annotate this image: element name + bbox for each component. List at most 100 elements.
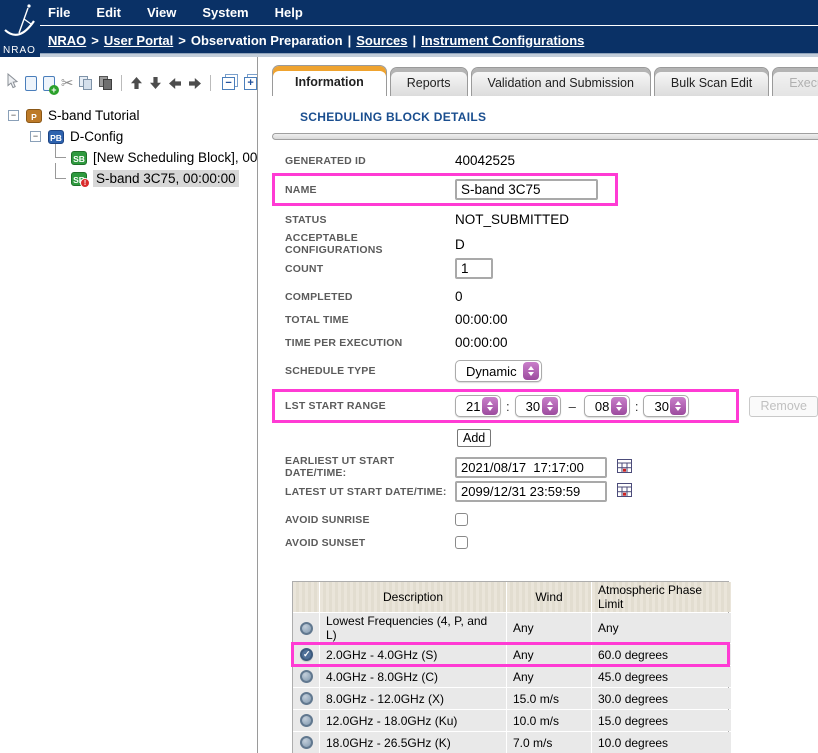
menu-system[interactable]: System [202, 5, 248, 20]
row-radio[interactable] [300, 622, 313, 635]
paste-icon[interactable] [99, 76, 113, 91]
tab-reports[interactable]: Reports [390, 67, 468, 96]
count-label: COUNT [285, 263, 455, 275]
tab-bulk-scan-edit[interactable]: Bulk Scan Edit [654, 67, 769, 96]
breadcrumb-link-user-portal[interactable]: User Portal [104, 33, 173, 48]
tree-item-label[interactable]: S-band Tutorial [48, 108, 140, 123]
table-row[interactable]: 18.0GHz - 26.5GHz (K) 7.0 m/s 10.0 degre… [293, 732, 728, 753]
name-input[interactable] [455, 179, 598, 200]
latest-ut-input[interactable] [455, 481, 607, 502]
project-tree-panel: ✂ − + − P S-band Tutorial − PB D-Config … [0, 57, 258, 753]
tree-item-project[interactable]: − P S-band Tutorial [0, 105, 257, 126]
add-lst-range-row: Add [285, 427, 818, 448]
table-row[interactable]: Lowest Frequencies (4, P, and L) Any Any [293, 613, 728, 643]
calendar-icon[interactable] [617, 483, 632, 500]
time-per-execution-label: TIME PER EXECUTION [285, 337, 455, 349]
row-radio[interactable] [300, 714, 313, 727]
scheduling-block-badge-icon: SB ! [71, 172, 87, 186]
select-stepper-icon [611, 397, 627, 415]
tree-item-program-block[interactable]: − PB D-Config [0, 126, 257, 147]
breadcrumb-current-page: Observation Preparation [191, 33, 343, 48]
breadcrumb-link-sources[interactable]: Sources [356, 33, 407, 48]
menu-bar: File Edit View System Help [40, 0, 818, 26]
move-left-icon[interactable] [168, 77, 182, 90]
copy-icon[interactable] [79, 76, 93, 91]
lst-start-range-row: LST START RANGE 21 : 30 – 08 [285, 389, 818, 423]
table-row-selected[interactable]: 2.0GHz - 4.0GHz (S) Any 60.0 degrees [293, 644, 728, 665]
row-radio-selected[interactable] [300, 648, 313, 661]
latest-ut-row: LATEST UT START DATE/TIME: [285, 481, 818, 502]
remove-lst-range-button[interactable]: Remove [749, 396, 818, 417]
apl-column-header: Atmospheric Phase Limit [592, 582, 731, 612]
lst-start-hour-select[interactable]: 21 [455, 395, 501, 417]
tree-connector [55, 163, 66, 179]
total-time-value: 00:00:00 [455, 312, 508, 327]
collapse-expander-icon[interactable]: − [8, 110, 19, 121]
schedule-type-row: SCHEDULE TYPE Dynamic [285, 360, 818, 382]
earliest-ut-input[interactable] [455, 457, 607, 478]
count-row: COUNT [285, 258, 818, 279]
acceptable-configurations-value: D [455, 237, 465, 252]
schedule-type-select[interactable]: Dynamic [455, 360, 542, 382]
new-document-add-icon[interactable] [43, 76, 55, 91]
calendar-icon[interactable] [617, 459, 632, 476]
new-document-icon[interactable] [25, 76, 37, 91]
acceptable-configurations-label: ACCEPTABLE CONFIGURATIONS [285, 232, 455, 256]
time-colon: : [506, 399, 510, 414]
earliest-ut-row: EARLIEST UT START DATE/TIME: [285, 455, 818, 479]
collapse-expander-icon[interactable]: − [30, 131, 41, 142]
completed-row: COMPLETED 0 [285, 286, 818, 307]
table-row[interactable]: 12.0GHz - 18.0GHz (Ku) 10.0 m/s 15.0 deg… [293, 710, 728, 731]
menu-edit[interactable]: Edit [96, 5, 121, 20]
pointer-icon[interactable] [5, 73, 19, 94]
section-divider [272, 133, 818, 140]
move-right-icon[interactable] [188, 77, 202, 90]
tree-toolbar: ✂ − + [0, 57, 257, 93]
lst-end-hour-select[interactable]: 08 [584, 395, 630, 417]
lst-start-minute-select[interactable]: 30 [515, 395, 561, 417]
move-down-icon[interactable] [149, 76, 162, 90]
lst-start-range-label: LST START RANGE [285, 400, 455, 412]
menu-file[interactable]: File [48, 5, 70, 20]
tab-information[interactable]: Information [272, 65, 387, 96]
name-label: NAME [285, 184, 455, 196]
weather-constraints-table: Description Wind Atmospheric Phase Limit… [292, 581, 729, 753]
menu-view[interactable]: View [147, 5, 176, 20]
move-up-icon[interactable] [130, 76, 143, 90]
tree-item-label[interactable]: S-band 3C75, 00:00:00 [93, 170, 239, 187]
range-dash: – [569, 399, 576, 414]
collapse-all-icon[interactable]: − [222, 77, 235, 90]
lst-end-minute-select[interactable]: 30 [643, 395, 689, 417]
tree-item-label[interactable]: D-Config [70, 129, 123, 144]
nrao-logo[interactable]: NRAO [0, 0, 40, 57]
menu-help[interactable]: Help [275, 5, 303, 20]
cut-icon[interactable]: ✂ [61, 76, 74, 91]
scheduling-block-badge-icon: SB [71, 151, 87, 165]
name-row-highlight: NAME [272, 173, 618, 206]
breadcrumb-link-instrument-configurations[interactable]: Instrument Configurations [421, 33, 584, 48]
row-radio[interactable] [300, 736, 313, 749]
count-input[interactable] [455, 258, 493, 279]
expand-all-icon[interactable]: + [244, 77, 257, 90]
section-heading: SCHEDULING BLOCK DETAILS [300, 110, 818, 124]
tab-validation-and-submission[interactable]: Validation and Submission [471, 67, 651, 96]
avoid-sunset-checkbox[interactable] [455, 536, 468, 549]
table-row[interactable]: 4.0GHz - 8.0GHz (C) Any 45.0 degrees [293, 666, 728, 687]
status-label: STATUS [285, 214, 455, 226]
table-row[interactable]: 8.0GHz - 12.0GHz (X) 15.0 m/s 30.0 degre… [293, 688, 728, 709]
generated-id-value: 40042525 [455, 153, 515, 168]
row-radio[interactable] [300, 692, 313, 705]
tree-item-scheduling-block-selected[interactable]: SB ! S-band 3C75, 00:00:00 [0, 168, 257, 189]
tree-item-scheduling-block-new[interactable]: SB [New Scheduling Block], 00:00:00 [0, 147, 257, 168]
row-radio[interactable] [300, 670, 313, 683]
add-lst-range-button[interactable]: Add [457, 429, 491, 447]
breadcrumb-separator: > [173, 33, 191, 48]
svg-text:NRAO: NRAO [3, 45, 36, 56]
main-panel: Information Reports Validation and Submi… [259, 57, 818, 753]
completed-value: 0 [455, 289, 463, 304]
completed-label: COMPLETED [285, 291, 455, 303]
avoid-sunrise-checkbox[interactable] [455, 513, 468, 526]
selector-column-header [293, 582, 319, 612]
breadcrumb-link-nrao[interactable]: NRAO [48, 33, 86, 48]
tree-item-label[interactable]: [New Scheduling Block], 00:00:00 [93, 150, 258, 165]
